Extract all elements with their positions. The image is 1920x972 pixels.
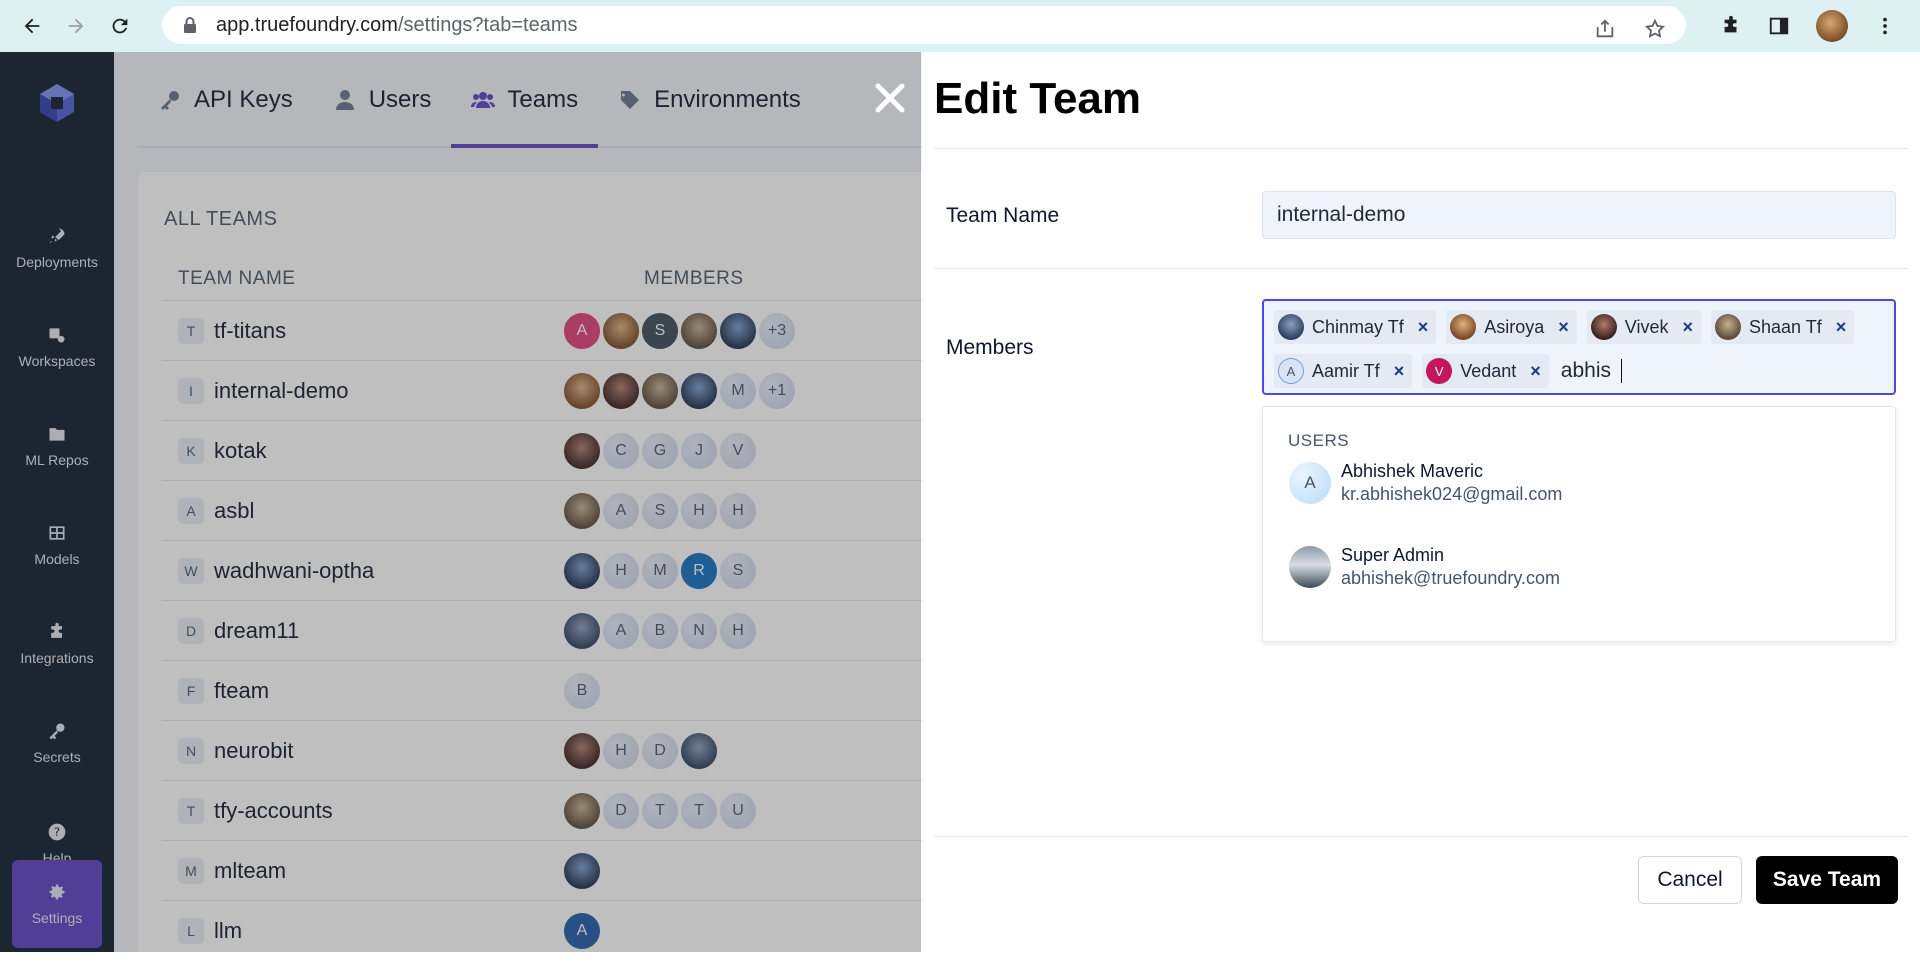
member-chip: Shaan Tf × <box>1710 310 1855 344</box>
option-email: abhishek@truefoundry.com <box>1341 568 1561 588</box>
dropdown-option[interactable]: A Abhishek Maveric kr.abhishek024@gmail.… <box>1289 453 1869 513</box>
reload-icon[interactable] <box>100 6 140 46</box>
team-name-value: internal-demo <box>1277 203 1406 226</box>
lock-icon <box>184 17 196 33</box>
cancel-button[interactable]: Cancel <box>1638 856 1742 904</box>
member-chip-name: Aamir Tf <box>1312 360 1380 381</box>
avatar: A <box>1278 358 1304 384</box>
avatar <box>1590 314 1617 340</box>
members-multiselect[interactable]: Chinmay Tf × Asiroya × Vivek × Shaan Tf … <box>1262 299 1896 395</box>
profile-avatar[interactable] <box>1816 10 1848 42</box>
member-chip-name: Vedant <box>1460 360 1517 381</box>
drawer-title: Edit Team <box>934 74 1142 123</box>
save-team-button[interactable]: Save Team <box>1756 856 1898 904</box>
dropdown-option[interactable]: Super Admin abhishek@truefoundry.com <box>1289 537 1869 597</box>
address-bar[interactable]: app.truefoundry.com/settings?tab=teams <box>162 6 1686 44</box>
modal-backdrop[interactable] <box>0 52 921 952</box>
side-panel-icon[interactable] <box>1768 15 1790 37</box>
option-email: kr.abhishek024@gmail.com <box>1341 484 1563 504</box>
text-cursor <box>1620 359 1622 383</box>
members-label: Members <box>946 336 1034 359</box>
member-chip-name: Vivek <box>1624 316 1669 337</box>
member-chip: A Aamir Tf × <box>1274 354 1413 388</box>
divider <box>934 148 1908 149</box>
divider <box>934 836 1908 837</box>
member-chip-name: Chinmay Tf <box>1312 316 1404 337</box>
remove-chip-icon[interactable]: × <box>1394 361 1405 382</box>
member-chip: V Vedant × <box>1422 354 1549 388</box>
star-icon[interactable] <box>1644 18 1666 40</box>
avatar <box>1714 314 1741 340</box>
member-chip-name: Asiroya <box>1484 316 1545 337</box>
remove-chip-icon[interactable]: × <box>1682 317 1693 338</box>
avatar <box>1278 314 1304 340</box>
url-host: app.truefoundry.com <box>216 13 398 36</box>
member-chip: Vivek × <box>1586 310 1701 344</box>
avatar: A <box>1289 462 1331 504</box>
share-icon[interactable] <box>1594 18 1616 40</box>
close-icon[interactable] <box>868 76 912 120</box>
members-dropdown: USERS A Abhishek Maveric kr.abhishek024@… <box>1262 406 1896 642</box>
option-name: Abhishek Maveric <box>1341 461 1484 481</box>
member-chip: Chinmay Tf × <box>1274 310 1437 344</box>
members-search-input[interactable]: abhis <box>1561 359 1611 383</box>
team-name-label: Team Name <box>946 204 1060 227</box>
divider <box>934 268 1908 269</box>
remove-chip-icon[interactable]: × <box>1558 317 1569 338</box>
more-menu-icon[interactable] <box>1874 15 1896 37</box>
forward-icon[interactable] <box>56 6 96 46</box>
option-name: Super Admin <box>1341 545 1445 565</box>
dropdown-heading: USERS <box>1288 431 1350 450</box>
remove-chip-icon[interactable]: × <box>1418 317 1429 338</box>
team-name-input[interactable]: internal-demo <box>1262 191 1896 239</box>
avatar: V <box>1426 358 1453 384</box>
remove-chip-icon[interactable]: × <box>1530 361 1541 382</box>
browser-toolbar: app.truefoundry.com/settings?tab=teams <box>0 0 1920 52</box>
avatar <box>1450 314 1477 340</box>
member-chip-name: Shaan Tf <box>1748 316 1822 337</box>
url-path: /settings?tab=teams <box>397 13 578 36</box>
avatar <box>1289 546 1331 588</box>
back-icon[interactable] <box>12 6 52 46</box>
remove-chip-icon[interactable]: × <box>1836 317 1847 338</box>
edit-team-drawer: Edit Team Team Name internal-demo Member… <box>922 52 1920 952</box>
extensions-icon[interactable] <box>1720 15 1742 37</box>
member-chip: Asiroya × <box>1446 310 1577 344</box>
